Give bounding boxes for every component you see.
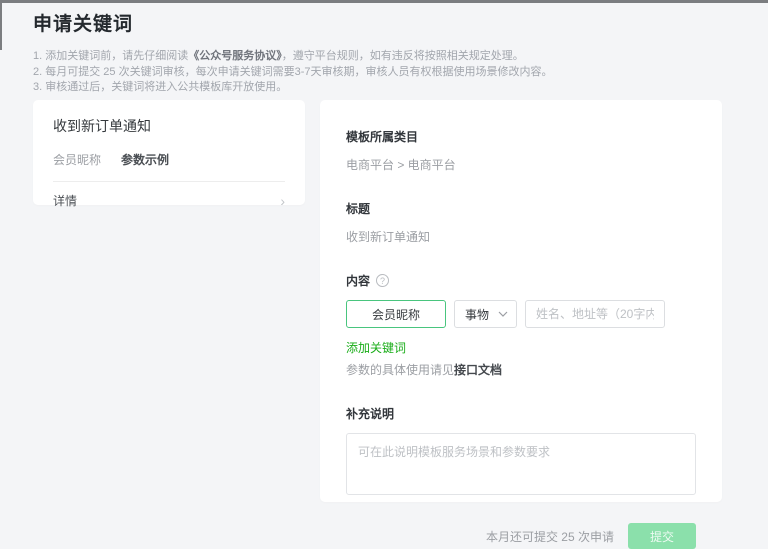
instruction-line-3: 3. 审核通过后，关键词将进入公共模板库开放使用。 [33, 80, 733, 96]
param-type-select[interactable]: 事物 [454, 300, 517, 328]
help-question-icon[interactable]: ? [376, 274, 389, 287]
window-border-left [0, 0, 2, 50]
template-preview-card: 收到新订单通知 会员昵称 参数示例 详情 › [33, 100, 305, 205]
title-section: 标题 收到新订单通知 [346, 200, 696, 245]
template-param-row: 会员昵称 参数示例 [53, 151, 285, 168]
chevron-right-icon: › [280, 194, 285, 208]
api-doc-link[interactable]: 接口文档 [454, 363, 502, 377]
param-example-value: 参数示例 [121, 151, 169, 168]
keyword-form-card: 模板所属类目 电商平台 > 电商平台 标题 收到新订单通知 内容 ? 事物 添加… [320, 100, 722, 502]
note-textarea[interactable] [346, 433, 696, 495]
form-footer: 本月还可提交 25 次申请 提交 [346, 523, 696, 549]
keyword-row: 事物 [346, 300, 696, 328]
detail-row[interactable]: 详情 › [53, 182, 285, 209]
quota-text: 本月还可提交 25 次申请 [486, 528, 614, 545]
page-title: 申请关键词 [33, 9, 733, 36]
content-label: 内容 ? [346, 272, 696, 289]
example-input[interactable] [525, 300, 665, 328]
note-label: 补充说明 [346, 405, 696, 422]
instructions: 1. 添加关键词前，请先仔细阅读《公众号服务协议》，遵守平台规则，如有违反将按照… [33, 49, 733, 96]
param-keyword-label: 会员昵称 [53, 151, 101, 168]
submit-button[interactable]: 提交 [628, 523, 696, 549]
category-label: 模板所属类目 [346, 128, 696, 145]
template-title: 收到新订单通知 [53, 116, 285, 136]
note-section: 补充说明 [346, 405, 696, 500]
instruction-line-2: 2. 每月可提交 25 次关键词审核，每次申请关键词需要3-7天审核期，审核人员… [33, 65, 733, 81]
category-section: 模板所属类目 电商平台 > 电商平台 [346, 128, 696, 173]
category-value: 电商平台 > 电商平台 [346, 156, 696, 173]
param-type-value: 事物 [465, 306, 489, 323]
detail-label: 详情 [53, 192, 77, 209]
title-value: 收到新订单通知 [346, 228, 696, 245]
add-keyword-link[interactable]: 添加关键词 [346, 339, 406, 356]
chevron-down-icon [498, 311, 508, 317]
keyword-input[interactable] [346, 300, 446, 328]
page-header: 申请关键词 1. 添加关键词前，请先仔细阅读《公众号服务协议》，遵守平台规则，如… [33, 9, 733, 96]
window-border-top [0, 0, 768, 3]
title-label: 标题 [346, 200, 696, 217]
instruction-line-1: 1. 添加关键词前，请先仔细阅读《公众号服务协议》，遵守平台规则，如有违反将按照… [33, 49, 733, 65]
doc-hint: 参数的具体使用请见接口文档 [346, 361, 696, 378]
content-section: 内容 ? 事物 添加关键词 参数的具体使用请见接口文档 [346, 272, 696, 378]
service-agreement-link[interactable]: 《公众号服务协议》 [188, 50, 282, 62]
